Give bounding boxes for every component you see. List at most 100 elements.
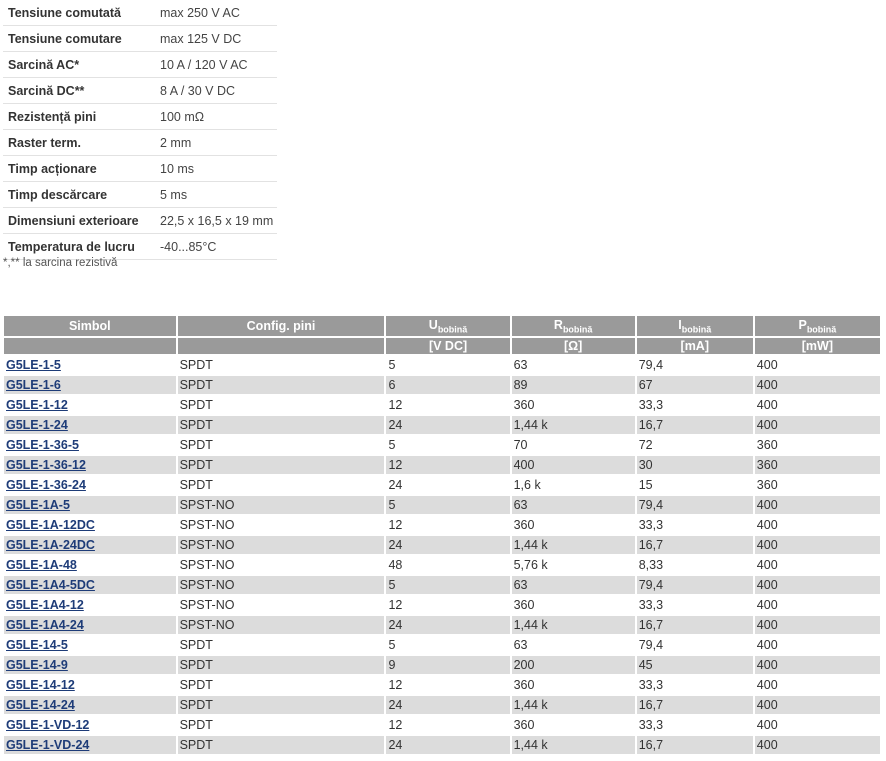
spec-label: Raster term. [3,129,155,156]
i-cell: 16,7 [636,416,753,434]
config-cell: SPDT [177,656,385,674]
symbol-link[interactable]: G5LE-14-12 [6,678,75,692]
header-u-sub: bobină [437,324,468,335]
p-cell: 360 [756,478,778,492]
r-cell: 360 [513,598,535,612]
header-config: Config. pini [177,316,385,336]
header-u-coil: Ubobină [386,316,510,336]
u-cell: 24 [386,616,510,634]
i-cell: 33,3 [638,718,664,732]
i-cell: 45 [636,656,753,674]
i-cell: 33,3 [638,598,664,612]
symbol-link[interactable]: G5LE-1A4-5DC [6,578,95,592]
symbol-link[interactable]: G5LE-14-9 [6,658,68,672]
table-row: G5LE-1A-48 SPST-NO 48 5,76 k 8,33 400 [4,556,880,574]
config-cell: SPST-NO [179,558,235,572]
symbol-link[interactable]: G5LE-1-12 [6,398,68,412]
symbol-cell: G5LE-14-9 [4,656,176,674]
i-cell: 72 [638,438,653,452]
symbol-cell: G5LE-1A-12DC [4,516,176,534]
i-cell: 33,3 [638,678,664,692]
symbol-link[interactable]: G5LE-1A-12DC [6,518,95,532]
table-row: G5LE-1A-5 SPST-NO 5 63 79,4 400 [4,496,880,514]
u-cell: 24 [386,696,510,714]
spec-row: Timp acționare 10 ms [3,155,277,182]
symbol-cell: G5LE-1-24 [4,416,176,434]
r-cell: 89 [511,376,635,394]
spec-value: 5 ms [155,181,277,208]
symbol-cell: G5LE-1-VD-12 [4,716,176,734]
spec-row: Sarcină DC** 8 A / 30 V DC [3,77,277,104]
symbol-cell: G5LE-14-24 [4,696,176,714]
spec-label: Sarcină AC* [3,51,155,78]
r-cell: 63 [513,358,528,372]
symbol-link[interactable]: G5LE-1A-48 [6,558,77,572]
header-symbol: Simbol [4,316,176,336]
symbol-link[interactable]: G5LE-1-VD-12 [6,718,89,732]
i-cell: 15 [638,478,653,492]
i-cell: 16,7 [636,696,753,714]
header-config-unit [177,338,385,354]
r-cell: 1,44 k [511,696,635,714]
symbol-cell: G5LE-1-12 [4,396,176,414]
r-cell: 360 [513,718,535,732]
i-cell: 67 [636,376,753,394]
r-cell: 1,6 k [513,478,541,492]
config-cell: SPDT [177,736,385,754]
r-cell: 1,44 k [511,616,635,634]
u-cell: 5 [388,358,396,372]
spec-label: Timp acționare [3,155,155,182]
symbol-link[interactable]: G5LE-1A4-12 [6,598,84,612]
symbol-link[interactable]: G5LE-14-5 [6,638,68,652]
header-i-sub: bobină [681,324,712,335]
symbol-cell: G5LE-1A4-12 [4,596,176,614]
u-cell: 12 [388,678,403,692]
config-cell: SPST-NO [177,616,385,634]
header-u-main: U [428,317,438,332]
symbol-link[interactable]: G5LE-1A-5 [6,498,70,512]
symbol-link[interactable]: G5LE-1-36-24 [6,478,86,492]
header-p-sub: bobină [806,324,837,335]
symbol-link[interactable]: G5LE-1-24 [6,418,68,432]
u-cell: 12 [388,398,403,412]
table-row: G5LE-1A4-24 SPST-NO 24 1,44 k 16,7 400 [4,616,880,634]
specifications-table: Tensiune comutată max 250 V AC Tensiune co… [3,0,277,260]
config-cell: SPDT [179,638,213,652]
spec-row: Temperatura de lucru -40...85°C [3,233,277,260]
symbol-cell: G5LE-14-12 [4,676,176,694]
p-cell: 400 [754,536,880,554]
p-cell: 400 [756,518,778,532]
i-cell: 79,4 [638,358,664,372]
config-cell: SPST-NO [177,536,385,554]
header-p-unit: [mW] [754,338,880,354]
u-cell: 24 [386,536,510,554]
config-cell: SPDT [179,398,213,412]
symbol-cell: G5LE-1-VD-24 [4,736,176,754]
spec-row: Dimensiuni exterioare 22,5 x 16,5 x 19 mm [3,207,277,234]
symbol-link[interactable]: G5LE-1-6 [6,378,61,392]
spec-value: 10 ms [155,155,277,182]
p-cell: 400 [754,656,880,674]
p-cell: 400 [754,616,880,634]
spec-row: Tensiune comutată max 250 V AC [3,0,277,26]
symbol-link[interactable]: G5LE-1-36-5 [6,438,79,452]
i-cell: 16,7 [636,616,753,634]
symbol-link[interactable]: G5LE-1-36-12 [6,458,86,472]
p-cell: 400 [754,496,880,514]
symbol-link[interactable]: G5LE-1A-24DC [6,538,95,552]
symbol-link[interactable]: G5LE-14-24 [6,698,75,712]
config-cell: SPDT [177,456,385,474]
r-cell: 70 [513,438,528,452]
symbol-link[interactable]: G5LE-1A4-24 [6,618,84,632]
i-cell: 30 [636,456,753,474]
u-cell: 6 [386,376,510,394]
symbol-link[interactable]: G5LE-1-5 [6,358,61,372]
header-symbol-unit [4,338,176,354]
symbol-link[interactable]: G5LE-1-VD-24 [6,738,89,752]
table-row: G5LE-14-5 SPDT 5 63 79,4 400 [4,636,880,654]
header-r-main: R [553,317,563,332]
p-cell: 360 [754,456,880,474]
symbol-cell: G5LE-1-36-24 [4,476,176,494]
symbol-cell: G5LE-1-36-12 [4,456,176,474]
config-cell: SPST-NO [179,518,235,532]
